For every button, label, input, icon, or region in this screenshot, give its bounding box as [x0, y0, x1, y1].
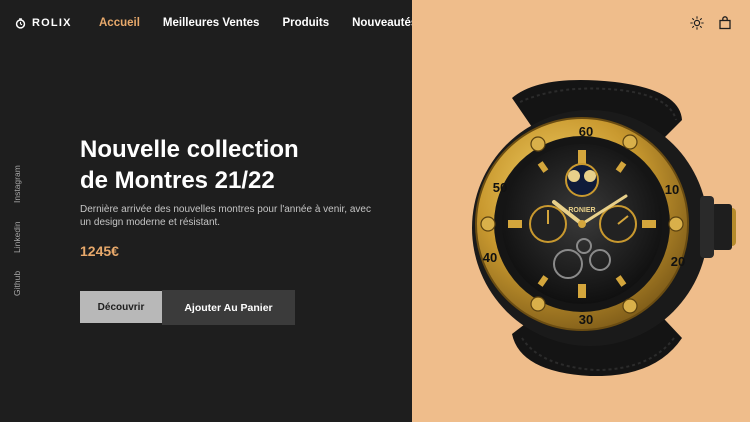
social-link-linkedin[interactable]: Linkedin — [12, 221, 22, 253]
hero-title: Nouvelle collection de Montres 21/22 — [80, 134, 400, 196]
bezel-number-30: 30 — [579, 312, 593, 327]
nav-item-produits[interactable]: Produits — [282, 17, 329, 29]
nav-item-meilleures-ventes[interactable]: Meilleures Ventes — [163, 17, 260, 29]
social-link-instagram[interactable]: Instagram — [12, 165, 22, 203]
bezel-number-60: 60 — [579, 124, 593, 139]
hero-image-panel: 60 50 40 30 20 10 RONIER — [412, 0, 750, 422]
hero-price: 1245€ — [80, 243, 119, 259]
bezel-number-20: 20 — [671, 254, 685, 269]
add-to-cart-button[interactable]: Ajouter Au Panier — [162, 290, 295, 325]
hero-title-line-1: Nouvelle collection — [80, 136, 299, 163]
hero-title-line-2: de Montres 21/22 — [80, 167, 275, 194]
watch-image: 60 50 40 30 20 10 RONIER — [472, 80, 736, 376]
main-nav: Accueil Meilleures Ventes Produits Nouve… — [99, 17, 417, 29]
nav-item-nouveautes[interactable]: Nouveautés — [352, 17, 417, 29]
dial-brand-text: RONIER — [568, 207, 595, 214]
brand-logo[interactable]: ROLIX — [15, 17, 72, 29]
brand-name: ROLIX — [32, 17, 72, 29]
nav-item-accueil[interactable]: Accueil — [99, 17, 140, 29]
hero-description: Dernière arrivée des nouvelles montres p… — [80, 204, 371, 228]
bezel-number-40: 40 — [483, 250, 497, 265]
bezel-number-10: 10 — [665, 182, 679, 197]
shopping-bag-icon[interactable] — [718, 16, 732, 30]
header-icons — [690, 16, 732, 30]
bezel-number-50: 50 — [493, 180, 507, 195]
watch-logo-icon — [15, 17, 26, 29]
sun-icon[interactable] — [690, 16, 704, 30]
discover-button[interactable]: Découvrir — [80, 291, 162, 323]
hero-left-panel: ROLIX Accueil Meilleures Ventes Produits… — [0, 0, 417, 422]
social-link-github[interactable]: Github — [12, 271, 22, 296]
